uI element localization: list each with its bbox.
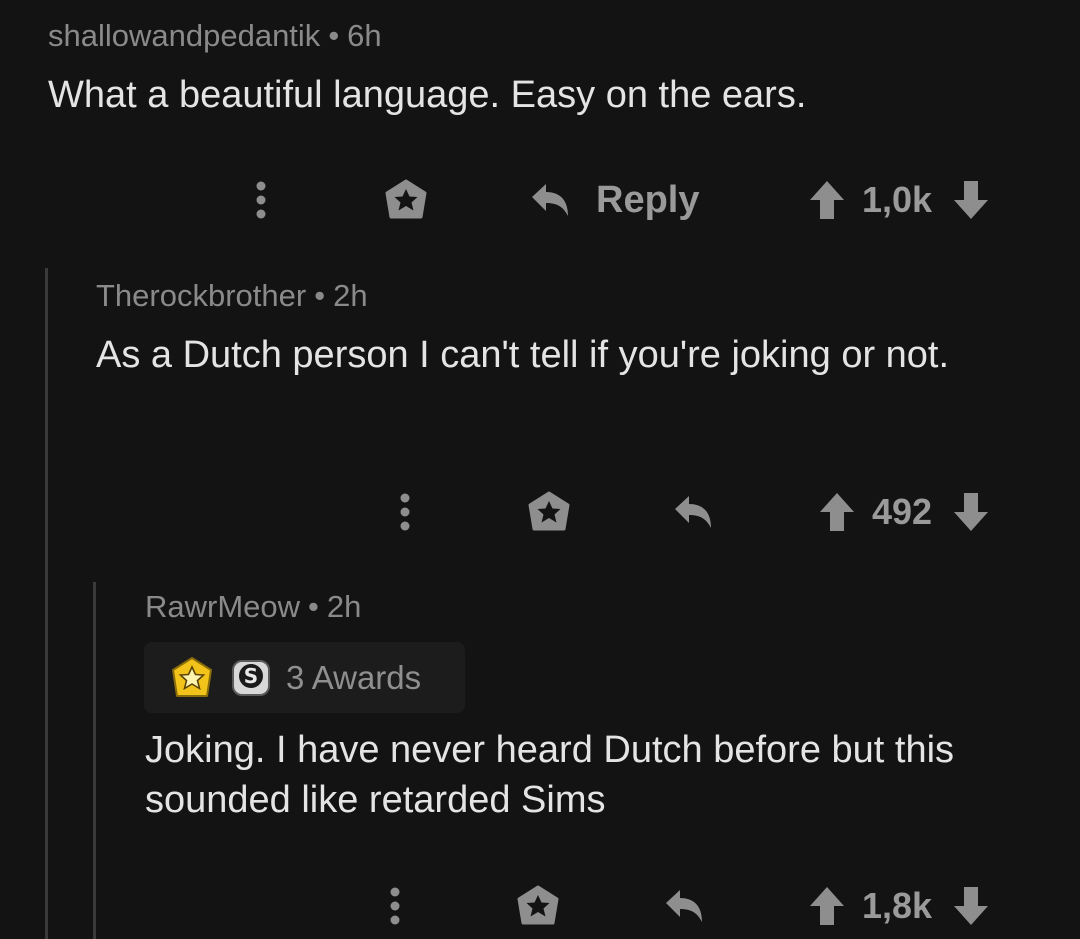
reply-button[interactable] xyxy=(671,487,715,537)
upvote-arrow-icon[interactable] xyxy=(818,491,856,533)
vote-controls: 1,8k xyxy=(808,881,990,931)
meta-separator: • xyxy=(308,589,319,624)
comment-meta: RawrMeow • 2h xyxy=(145,589,361,625)
vote-controls: 1,0k xyxy=(808,175,990,225)
comment-actions: 1,8k xyxy=(0,881,1080,931)
comment-meta: shallowandpedantik • 6h xyxy=(48,18,382,54)
comment-meta: Therockbrother • 2h xyxy=(96,278,368,314)
vote-controls: 492 xyxy=(818,487,990,537)
silver-award-icon: S xyxy=(232,659,270,696)
more-vertical-icon xyxy=(390,887,400,925)
upvote-arrow-icon[interactable] xyxy=(808,179,846,221)
comment-actions: 492 xyxy=(0,487,1080,537)
meta-separator: • xyxy=(314,278,326,313)
reply-label: Reply xyxy=(596,178,700,221)
reply-button[interactable]: Reply xyxy=(528,175,699,225)
comment-body: As a Dutch person I can't tell if you're… xyxy=(96,334,950,376)
award-icon xyxy=(528,491,570,531)
downvote-arrow-icon[interactable] xyxy=(952,491,990,533)
comment-age: 6h xyxy=(347,18,382,53)
reply-arrow-icon xyxy=(675,496,711,528)
award-icon xyxy=(385,179,427,219)
more-options-button[interactable] xyxy=(382,881,408,931)
comment-age: 2h xyxy=(326,589,362,624)
upvote-arrow-icon[interactable] xyxy=(808,885,846,927)
vote-score: 1,0k xyxy=(862,179,933,220)
more-vertical-icon xyxy=(400,493,410,531)
thread-line-level-1[interactable] xyxy=(45,268,48,939)
reply-arrow-icon xyxy=(532,184,568,216)
downvote-arrow-icon[interactable] xyxy=(952,179,990,221)
more-options-button[interactable] xyxy=(248,175,274,225)
awards-badge[interactable]: S 3 Awards xyxy=(144,642,465,713)
meta-separator: • xyxy=(328,18,340,53)
reply-button[interactable] xyxy=(662,881,706,931)
more-options-button[interactable] xyxy=(392,487,418,537)
give-award-button[interactable] xyxy=(526,487,572,537)
vote-score: 1,8k xyxy=(862,885,933,926)
awards-count: 3 Awards xyxy=(286,658,422,696)
give-award-button[interactable] xyxy=(383,175,429,225)
svg-text:S: S xyxy=(244,664,258,688)
vote-score: 492 xyxy=(872,491,933,532)
comment-author[interactable]: Therockbrother xyxy=(96,278,306,313)
comment-body: What a beautiful language. Easy on the e… xyxy=(48,74,807,116)
downvote-arrow-icon[interactable] xyxy=(952,885,990,927)
award-icon xyxy=(517,885,559,925)
reply-arrow-icon xyxy=(666,890,702,922)
give-award-button[interactable] xyxy=(515,881,561,931)
comment-author[interactable]: RawrMeow xyxy=(145,589,300,624)
comment-body: Joking. I have never heard Dutch before … xyxy=(145,729,955,821)
gold-star-award-icon xyxy=(172,656,212,697)
comment-author[interactable]: shallowandpedantik xyxy=(48,18,320,53)
more-vertical-icon xyxy=(256,181,266,219)
comment-age: 2h xyxy=(333,278,368,313)
comment-actions: Reply 1,0k xyxy=(0,175,1080,225)
